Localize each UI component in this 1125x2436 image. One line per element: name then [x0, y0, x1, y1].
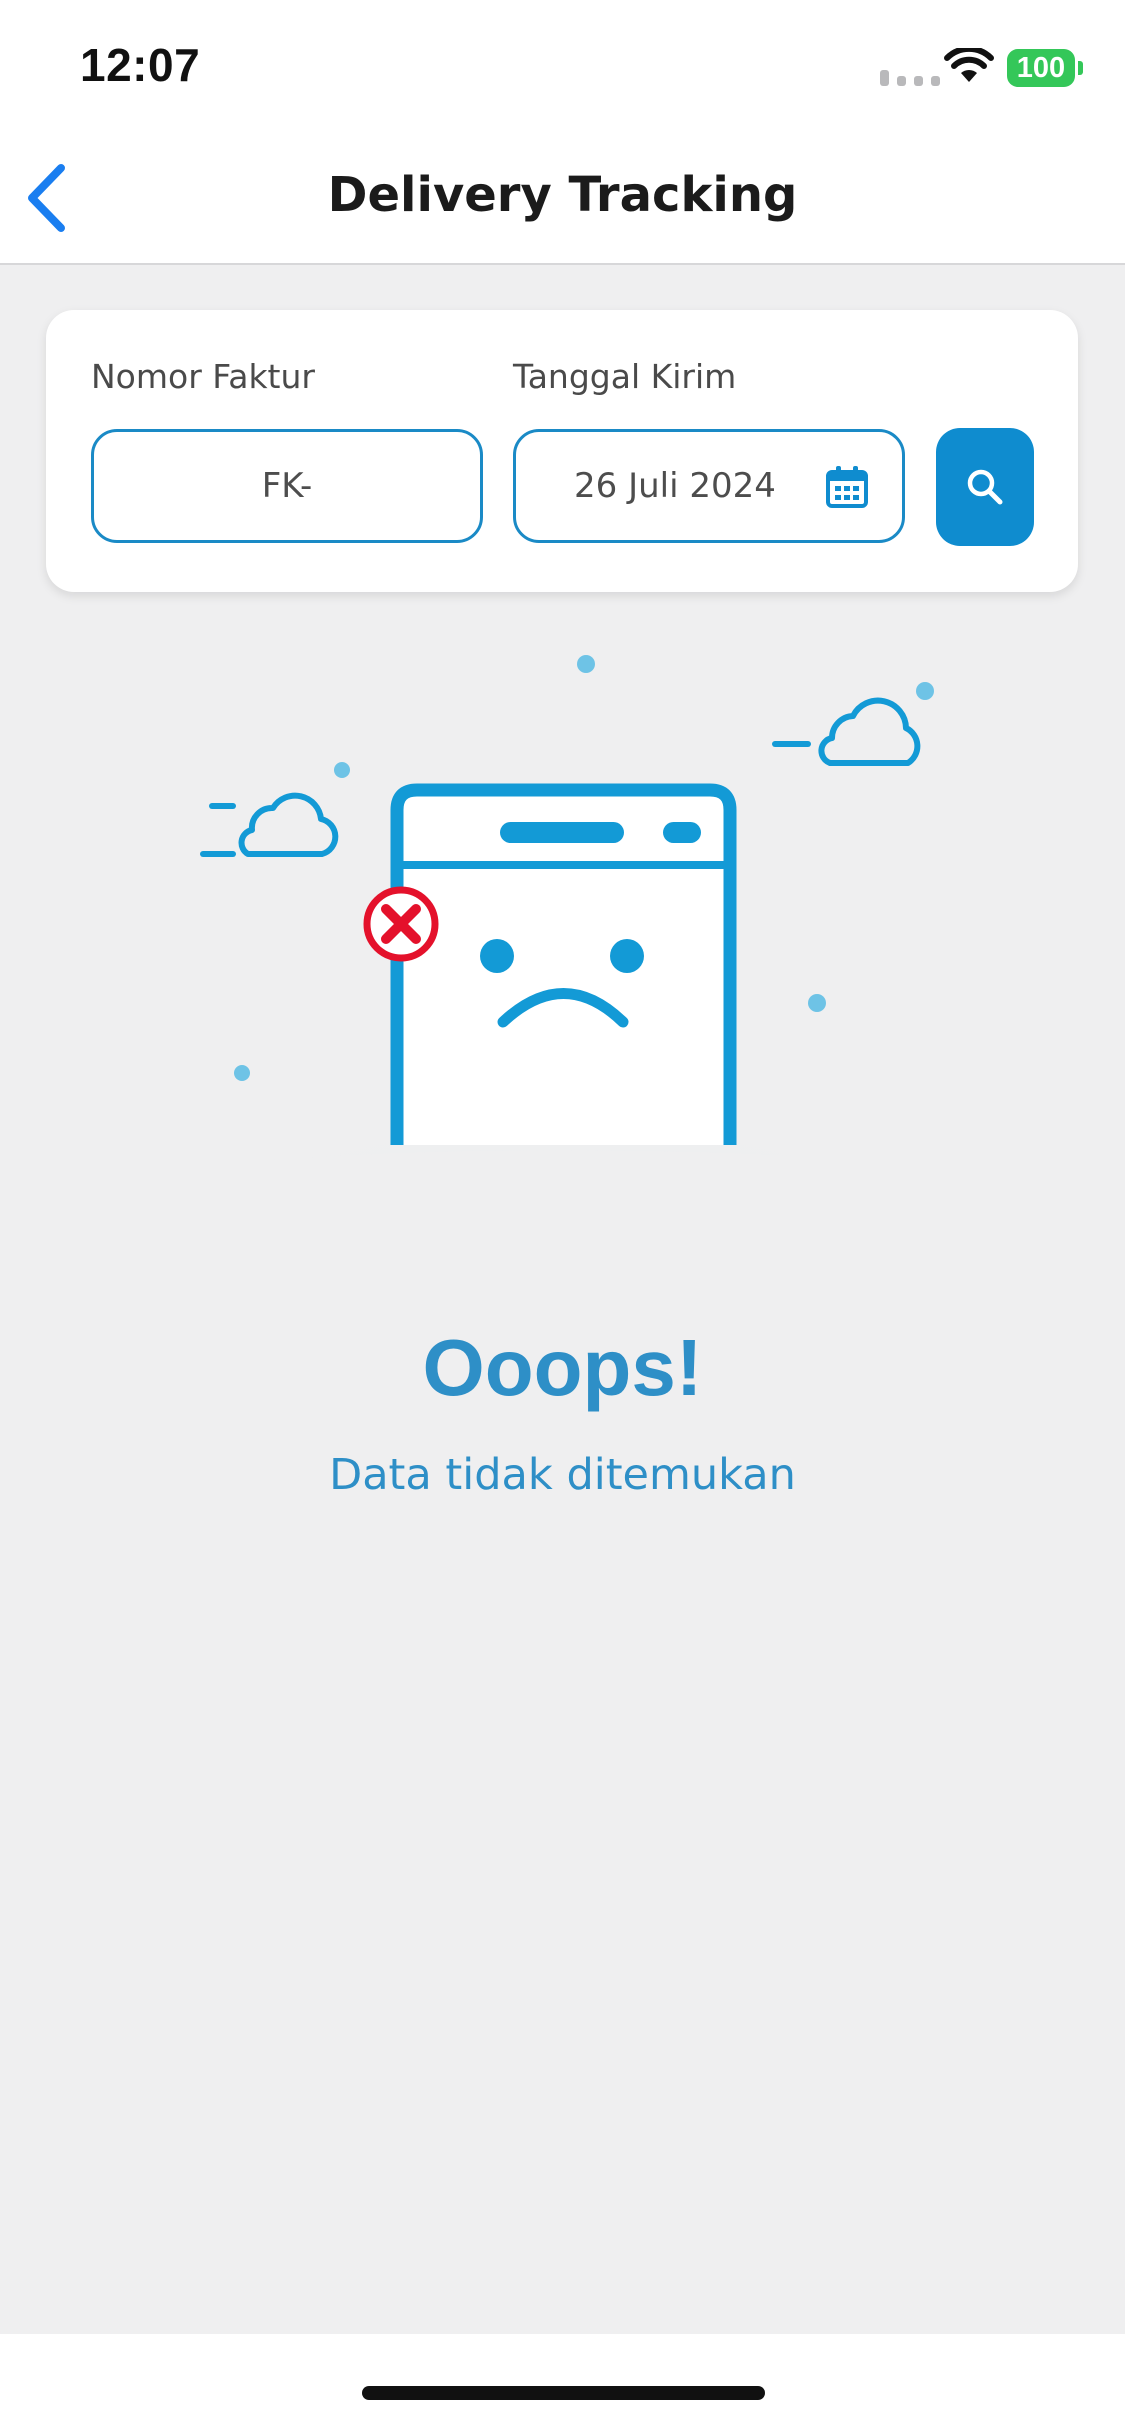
- status-bar: 12:07 100: [0, 0, 1125, 130]
- cellular-signal-icon: [880, 70, 940, 86]
- ship-date-value: 26 Juli 2024: [574, 466, 776, 506]
- invoice-number-label: Nomor Faktur: [91, 357, 315, 396]
- ship-date-field[interactable]: 26 Juli 2024: [513, 429, 905, 543]
- invoice-number-input[interactable]: [94, 432, 480, 540]
- home-indicator[interactable]: [362, 2386, 765, 2400]
- calendar-icon[interactable]: [825, 465, 869, 509]
- cloud-right-icon: [772, 697, 921, 766]
- bottom-safe-area: [0, 2334, 1125, 2436]
- cloud-left-icon: [200, 792, 339, 857]
- wifi-icon: [944, 48, 994, 82]
- empty-state-title: Ooops!: [422, 1323, 703, 1412]
- navigation-bar: Delivery Tracking: [0, 130, 1125, 265]
- battery-tip: [1078, 61, 1083, 75]
- page-title: Delivery Tracking: [327, 167, 798, 223]
- empty-state-message: Data tidak ditemukan: [329, 1450, 796, 1500]
- ship-date-label: Tanggal Kirim: [513, 357, 737, 396]
- invoice-number-field[interactable]: [91, 429, 483, 543]
- search-icon: [967, 469, 1003, 505]
- error-x-icon: [363, 886, 439, 962]
- search-button[interactable]: [936, 428, 1034, 546]
- search-filter-card: Nomor Faktur Tanggal Kirim 26 Juli 2024: [46, 310, 1078, 592]
- phone-icon: [390, 783, 737, 1145]
- sad-phone-illustration: [60, 655, 1065, 1180]
- status-time: 12:07: [80, 39, 201, 91]
- battery-icon: 100: [1007, 49, 1075, 87]
